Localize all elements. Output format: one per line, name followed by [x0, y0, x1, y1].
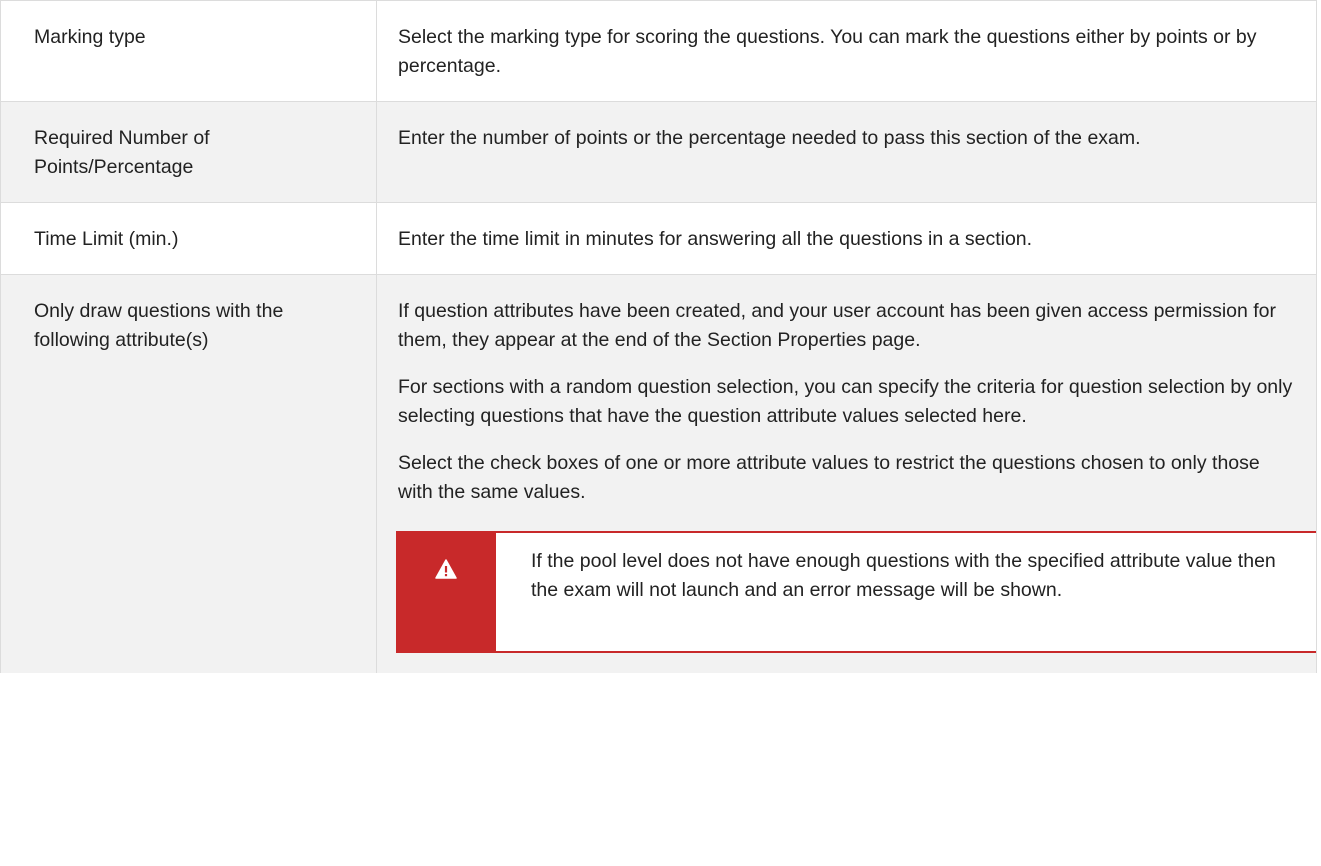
- description-cell: Select the marking type for scoring the …: [376, 0, 1317, 102]
- term-label: Marking type: [34, 26, 146, 48]
- description-cell: Enter the number of points or the percen…: [376, 101, 1317, 203]
- term-label: Only draw questions with the following a…: [34, 300, 284, 351]
- description-cell: Enter the time limit in minutes for answ…: [376, 202, 1317, 275]
- term-label: Required Number of Points/Percentage: [34, 127, 210, 178]
- callout-message: If the pool level does not have enough q…: [531, 550, 1276, 601]
- description-text: Enter the time limit in minutes for answ…: [398, 228, 1033, 250]
- warning-callout: If the pool level does not have enough q…: [396, 531, 1317, 653]
- description-text: For sections with a random question sele…: [398, 376, 1293, 427]
- term-cell: Required Number of Points/Percentage: [0, 101, 377, 203]
- table-row-attributes: Only draw questions with the following a…: [0, 274, 1317, 673]
- table-row-required-points: Required Number of Points/Percentage Ent…: [0, 101, 1317, 203]
- term-cell: Time Limit (min.): [0, 202, 377, 275]
- term-cell: Only draw questions with the following a…: [0, 274, 377, 673]
- description-text: If question attributes have been created…: [398, 300, 1277, 351]
- description-text: Enter the number of points or the percen…: [398, 127, 1141, 149]
- term-cell: Marking type: [0, 0, 377, 102]
- table-row-marking-type: Marking type Select the marking type for…: [0, 0, 1317, 102]
- description-cell: If question attributes have been created…: [376, 274, 1317, 673]
- description-text: Select the marking type for scoring the …: [398, 26, 1257, 77]
- term-label: Time Limit (min.): [34, 228, 179, 250]
- warning-triangle-icon: [435, 559, 457, 651]
- description-text: Select the check boxes of one or more at…: [398, 452, 1260, 503]
- table-row-time-limit: Time Limit (min.) Enter the time limit i…: [0, 202, 1317, 275]
- callout-accent-bar: [396, 533, 496, 651]
- properties-table: Marking type Select the marking type for…: [0, 0, 1317, 673]
